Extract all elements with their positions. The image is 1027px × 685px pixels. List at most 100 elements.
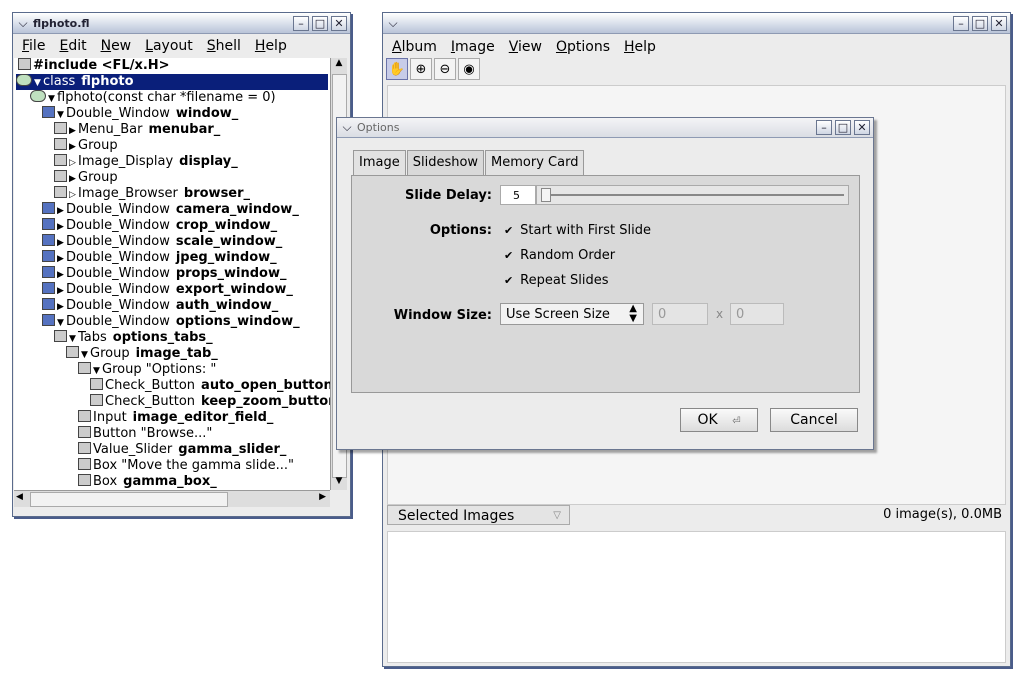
- flphoto-titlebar[interactable]: ⌵ – □ ✕: [383, 13, 1010, 34]
- close-icon[interactable]: ✕: [331, 15, 347, 31]
- tree-row[interactable]: ▶ Double_Window export_window_: [42, 282, 293, 298]
- zoom-out-icon[interactable]: ⊖: [434, 58, 456, 80]
- start-first-slide-checkbox[interactable]: ✔ Start with First Slide: [504, 223, 651, 238]
- tab-slideshow[interactable]: Slideshow: [406, 150, 485, 176]
- menu-layout[interactable]: Layout: [138, 35, 200, 57]
- window-menu-icon[interactable]: ⌵: [13, 16, 33, 31]
- expand-arrow-icon[interactable]: ▷: [69, 155, 78, 171]
- minimize-icon[interactable]: –: [293, 15, 309, 31]
- maximize-icon[interactable]: □: [835, 120, 851, 135]
- menu-new[interactable]: New: [94, 35, 139, 57]
- expand-arrow-icon[interactable]: ▶: [69, 139, 78, 155]
- window-menu-icon[interactable]: ⌵: [383, 16, 403, 31]
- menu-file[interactable]: File: [15, 35, 52, 57]
- menu-help[interactable]: Help: [248, 35, 294, 57]
- tree-row-selected[interactable]: ▼ class flphoto: [16, 74, 328, 90]
- image-browser[interactable]: [387, 531, 1006, 663]
- minimize-icon[interactable]: –: [953, 15, 969, 31]
- expand-arrow-icon[interactable]: ▼: [34, 75, 43, 91]
- tree-row[interactable]: ▶ Double_Window crop_window_: [42, 218, 277, 234]
- scroll-right-icon[interactable]: ▶: [319, 492, 326, 502]
- expand-arrow-icon[interactable]: ▶: [69, 123, 78, 139]
- tree-row[interactable]: ▼ flphoto(const char *filename = 0): [30, 90, 276, 106]
- expand-arrow-icon[interactable]: ▼: [57, 107, 66, 123]
- expand-arrow-icon[interactable]: ▶: [57, 235, 66, 251]
- tree-row[interactable]: ▶ Double_Window auth_window_: [42, 298, 278, 314]
- tree-row[interactable]: #include <FL/x.H>: [18, 58, 170, 74]
- expand-arrow-icon[interactable]: ▼: [48, 91, 57, 107]
- random-order-checkbox[interactable]: ✔ Random Order: [504, 248, 615, 263]
- menu-view[interactable]: View: [502, 36, 549, 58]
- maximize-icon[interactable]: □: [972, 15, 988, 31]
- tab-memory-card[interactable]: Memory Card: [485, 150, 585, 175]
- scroll-left-icon[interactable]: ◀: [16, 492, 23, 502]
- tree-row[interactable]: Box gamma_box_: [78, 474, 217, 490]
- red-eye-icon[interactable]: ◉: [458, 58, 480, 80]
- tree-row[interactable]: Check_Button auto_open_button: [90, 378, 330, 394]
- tree-row[interactable]: ▼ Group image_tab_: [66, 346, 218, 362]
- ok-button[interactable]: OK ⏎: [680, 408, 758, 432]
- repeat-slides-checkbox[interactable]: ✔ Repeat Slides: [504, 273, 609, 288]
- tree-row[interactable]: ▼ Tabs options_tabs_: [54, 330, 213, 346]
- expand-arrow-icon[interactable]: ▼: [81, 347, 90, 363]
- expand-arrow-icon[interactable]: ▶: [69, 171, 78, 187]
- expand-arrow-icon[interactable]: ▼: [57, 315, 66, 331]
- selected-images-button[interactable]: Selected Images ▽: [387, 505, 570, 525]
- scroll-up-icon[interactable]: ▲: [331, 58, 347, 72]
- expand-arrow-icon[interactable]: ▶: [57, 219, 66, 235]
- tree-row[interactable]: Box "Move the gamma slide...": [78, 458, 294, 474]
- menu-shell[interactable]: Shell: [200, 35, 248, 57]
- expand-arrow-icon[interactable]: ▶: [57, 267, 66, 283]
- window-size-choice[interactable]: Use Screen Size ▲ ▼: [500, 303, 644, 325]
- expand-arrow-icon[interactable]: ▷: [69, 187, 78, 203]
- height-field[interactable]: 0: [730, 303, 784, 325]
- menu-album[interactable]: Album: [385, 36, 444, 58]
- tree-row[interactable]: ▶ Group: [54, 170, 118, 186]
- zoom-in-icon[interactable]: ⊕: [410, 58, 432, 80]
- scroll-thumb[interactable]: [30, 492, 228, 507]
- menu-help[interactable]: Help: [617, 36, 663, 58]
- expand-arrow-icon[interactable]: ▶: [57, 203, 66, 219]
- hand-tool-icon[interactable]: ✋: [386, 58, 408, 80]
- cancel-button[interactable]: Cancel: [770, 408, 858, 432]
- expand-arrow-icon[interactable]: ▼: [93, 363, 102, 379]
- status-text: 0 image(s), 0.0MB: [883, 507, 1002, 522]
- tab-image[interactable]: Image: [353, 150, 406, 175]
- window-menu-icon[interactable]: ⌵: [337, 120, 357, 135]
- options-titlebar[interactable]: ⌵ Options – □ ✕: [337, 118, 873, 138]
- slider-thumb[interactable]: [541, 188, 551, 202]
- scroll-down-icon[interactable]: ▼: [331, 476, 347, 490]
- tree-row[interactable]: ▶ Double_Window props_window_: [42, 266, 287, 282]
- slide-delay-slider[interactable]: [536, 185, 849, 205]
- tree-row[interactable]: ▼ Double_Window options_window_: [42, 314, 300, 330]
- slide-delay-value[interactable]: 5: [500, 185, 536, 205]
- tree-row[interactable]: ▶ Double_Window scale_window_: [42, 234, 282, 250]
- expand-arrow-icon[interactable]: ▶: [57, 283, 66, 299]
- minimize-icon[interactable]: –: [816, 120, 832, 135]
- tree-horizontal-scrollbar[interactable]: ◀ ▶: [14, 490, 330, 507]
- tree-row[interactable]: Check_Button keep_zoom_button: [90, 394, 330, 410]
- tree-row[interactable]: ▶ Group: [54, 138, 118, 154]
- fluid-titlebar[interactable]: ⌵ flphoto.fl – □ ✕: [13, 13, 350, 34]
- expand-arrow-icon[interactable]: ▼: [69, 331, 78, 347]
- menu-edit[interactable]: Edit: [52, 35, 93, 57]
- tree-row[interactable]: ▼ Double_Window window_: [42, 106, 238, 122]
- close-icon[interactable]: ✕: [991, 15, 1007, 31]
- tree-row[interactable]: Value_Slider gamma_slider_: [78, 442, 286, 458]
- tree-row[interactable]: ▷ Image_Display display_: [54, 154, 238, 170]
- widget-tree[interactable]: #include <FL/x.H> ▼ class flphoto ▼ flphoto…: [14, 58, 330, 490]
- width-field[interactable]: 0: [652, 303, 708, 325]
- tree-row[interactable]: ▶ Menu_Bar menubar_: [54, 122, 220, 138]
- tree-row[interactable]: ▶ Double_Window camera_window_: [42, 202, 299, 218]
- tree-row[interactable]: Input image_editor_field_: [78, 410, 273, 426]
- tree-row[interactable]: Button "Browse...": [78, 426, 212, 442]
- menu-image[interactable]: Image: [444, 36, 502, 58]
- close-icon[interactable]: ✕: [854, 120, 870, 135]
- menu-options[interactable]: Options: [549, 36, 617, 58]
- tree-row[interactable]: ▼ Group "Options: ": [78, 362, 216, 378]
- expand-arrow-icon[interactable]: ▶: [57, 251, 66, 267]
- expand-arrow-icon[interactable]: ▶: [57, 299, 66, 315]
- maximize-icon[interactable]: □: [312, 15, 328, 31]
- tree-row[interactable]: ▷ Image_Browser browser_: [54, 186, 250, 202]
- tree-row[interactable]: ▶ Double_Window jpeg_window_: [42, 250, 277, 266]
